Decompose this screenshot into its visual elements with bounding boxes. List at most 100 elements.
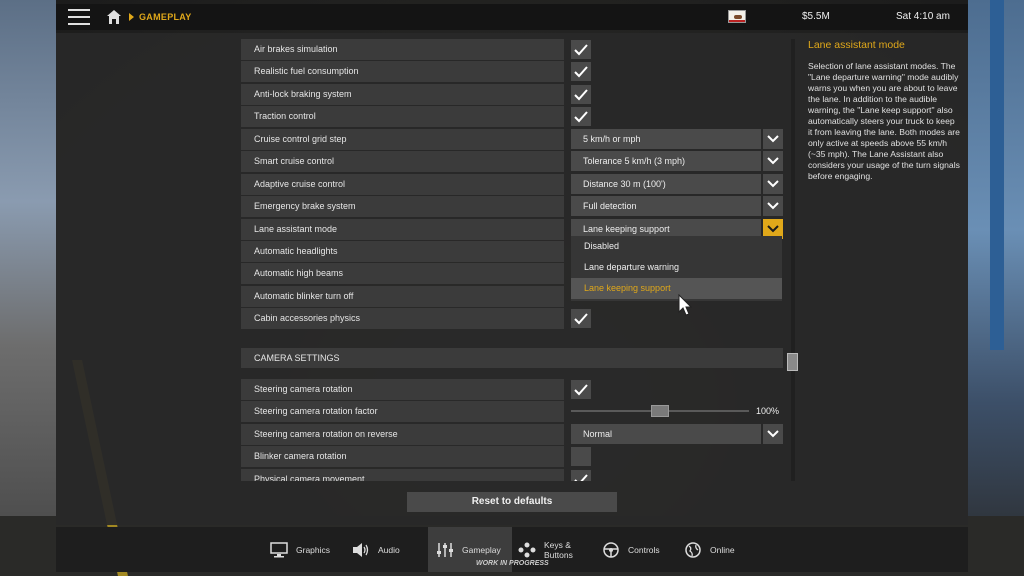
nav-controls[interactable]: Controls <box>602 527 682 572</box>
steering-wheel-icon <box>603 541 619 558</box>
setting-label: Anti-lock braking system <box>241 84 564 105</box>
slider-handle[interactable] <box>651 405 669 417</box>
air-brakes-checkbox[interactable] <box>571 40 591 59</box>
setting-label: Air brakes simulation <box>241 39 564 60</box>
setting-label: Adaptive cruise control <box>241 174 564 195</box>
fuel-consumption-checkbox[interactable] <box>571 62 591 81</box>
emergency-brake-select[interactable]: Full detection <box>571 196 761 216</box>
scrollbar-thumb[interactable] <box>787 353 798 371</box>
abs-checkbox[interactable] <box>571 85 591 104</box>
checkmark-icon <box>574 65 588 77</box>
breadcrumb-gameplay[interactable]: GAMEPLAY <box>139 12 192 22</box>
bottom-nav: Graphics Audio Gameplay Keys & Buttons C… <box>56 527 968 572</box>
sliders-icon <box>437 542 453 557</box>
setting-label: Smart cruise control <box>241 151 564 172</box>
gamepad-icon <box>518 542 536 557</box>
nav-label: Online <box>710 544 735 555</box>
top-bar: GAMEPLAY $5.5M Sat 4:10 am <box>56 4 968 30</box>
physical-cam-checkbox[interactable] <box>571 470 591 481</box>
nav-label: Controls <box>628 544 660 555</box>
reverse-cam-select[interactable]: Normal <box>571 424 761 444</box>
chevron-down-icon[interactable] <box>763 174 783 194</box>
steering-cam-checkbox[interactable] <box>571 380 591 399</box>
setting-row-steering-factor: Steering camera rotation factor 100% <box>241 401 783 422</box>
setting-row-blinker-cam: Blinker camera rotation <box>241 446 783 467</box>
chevron-down-icon[interactable] <box>763 129 783 149</box>
settings-panel: Air brakes simulation Realistic fuel con… <box>56 33 968 525</box>
chevron-down-icon[interactable] <box>763 151 783 171</box>
setting-label: Automatic headlights <box>241 241 564 262</box>
setting-row-emergency-brake: Emergency brake system Full detection <box>241 196 783 217</box>
setting-label: Blinker camera rotation <box>241 446 564 467</box>
setting-row-steering-cam: Steering camera rotation <box>241 379 783 400</box>
dropdown-option-keeping-support[interactable]: Lane keeping support <box>571 278 782 299</box>
setting-label: Realistic fuel consumption <box>241 61 564 82</box>
setting-label: Steering camera rotation <box>241 379 564 400</box>
home-icon[interactable] <box>106 9 122 25</box>
setting-label: Emergency brake system <box>241 196 564 217</box>
background-pillar <box>990 0 1004 350</box>
info-panel: Lane assistant mode Selection of lane as… <box>808 39 960 182</box>
setting-row-cabin-physics: Cabin accessories physics <box>241 308 783 329</box>
setting-label: Traction control <box>241 106 564 127</box>
setting-row-smart-cruise: Smart cruise control Tolerance 5 km/h (3… <box>241 151 783 172</box>
nav-label: Gameplay <box>462 544 501 555</box>
blinker-cam-checkbox[interactable] <box>571 447 591 466</box>
setting-label: Cruise control grid step <box>241 129 564 150</box>
background-right-scene <box>968 0 1024 576</box>
nav-label: Graphics <box>296 544 331 555</box>
setting-label: Steering camera rotation factor <box>241 401 564 422</box>
traction-control-checkbox[interactable] <box>571 107 591 126</box>
speaker-icon <box>353 542 369 557</box>
nav-label: Audio <box>378 544 400 555</box>
setting-row-physical-cam: Physical camera movement <box>241 469 783 481</box>
checkmark-icon <box>574 43 588 55</box>
checkmark-icon <box>574 110 588 122</box>
chevron-down-icon[interactable] <box>763 424 783 444</box>
camera-settings-header: CAMERA SETTINGS <box>241 348 783 368</box>
nav-online[interactable]: Online <box>684 527 764 572</box>
globe-icon <box>685 541 701 558</box>
chevron-down-icon[interactable] <box>763 196 783 216</box>
money-display: $5.5M <box>802 11 830 22</box>
hamburger-menu-icon[interactable] <box>68 9 90 25</box>
setting-row-fuel: Realistic fuel consumption <box>241 61 783 82</box>
setting-row-traction: Traction control <box>241 106 783 127</box>
mouse-cursor-icon <box>678 294 692 316</box>
work-in-progress-label: WORK IN PROGRESS <box>476 560 549 567</box>
nav-audio[interactable]: Audio <box>352 527 422 572</box>
nav-label: Keys & Buttons <box>544 539 573 560</box>
setting-row-air-brakes: Air brakes simulation <box>241 39 783 60</box>
setting-label: Steering camera rotation on reverse <box>241 424 564 445</box>
cruise-step-select[interactable]: 5 km/h or mph <box>571 129 761 149</box>
setting-row-abs: Anti-lock braking system <box>241 84 783 105</box>
breadcrumb-arrow-icon <box>129 13 134 21</box>
monitor-icon <box>270 541 288 557</box>
checkmark-icon <box>574 473 588 481</box>
setting-row-cruise-step: Cruise control grid step 5 km/h or mph <box>241 129 783 150</box>
checkmark-icon <box>574 88 588 100</box>
settings-scrollbar[interactable] <box>791 39 795 481</box>
smart-cruise-select[interactable]: Tolerance 5 km/h (3 mph) <box>571 151 761 171</box>
setting-label: Automatic blinker turn off <box>241 286 564 307</box>
california-flag-icon <box>728 10 746 23</box>
lane-assistant-dropdown-list: Disabled Lane departure warning Lane kee… <box>571 236 782 301</box>
game-clock: Sat 4:10 am <box>896 11 950 22</box>
dropdown-option-disabled[interactable]: Disabled <box>571 236 782 257</box>
checkmark-icon <box>574 383 588 395</box>
slider-value: 100% <box>756 406 780 416</box>
setting-label: Physical camera movement <box>241 469 564 481</box>
setting-label: Cabin accessories physics <box>241 308 564 329</box>
dropdown-option-departure-warning[interactable]: Lane departure warning <box>571 257 782 278</box>
nav-graphics[interactable]: Graphics <box>270 527 350 572</box>
setting-row-reverse-cam: Steering camera rotation on reverse Norm… <box>241 424 783 445</box>
reset-defaults-button[interactable]: Reset to defaults <box>407 492 617 512</box>
info-description: Selection of lane assistant modes. The "… <box>808 61 960 181</box>
setting-label: Lane assistant mode <box>241 219 564 240</box>
info-title: Lane assistant mode <box>808 39 905 51</box>
adaptive-cruise-select[interactable]: Distance 30 m (100') <box>571 174 761 194</box>
cabin-physics-checkbox[interactable] <box>571 309 591 328</box>
setting-label: Automatic high beams <box>241 263 564 284</box>
setting-row-adaptive-cruise: Adaptive cruise control Distance 30 m (1… <box>241 174 783 195</box>
checkmark-icon <box>574 312 588 324</box>
